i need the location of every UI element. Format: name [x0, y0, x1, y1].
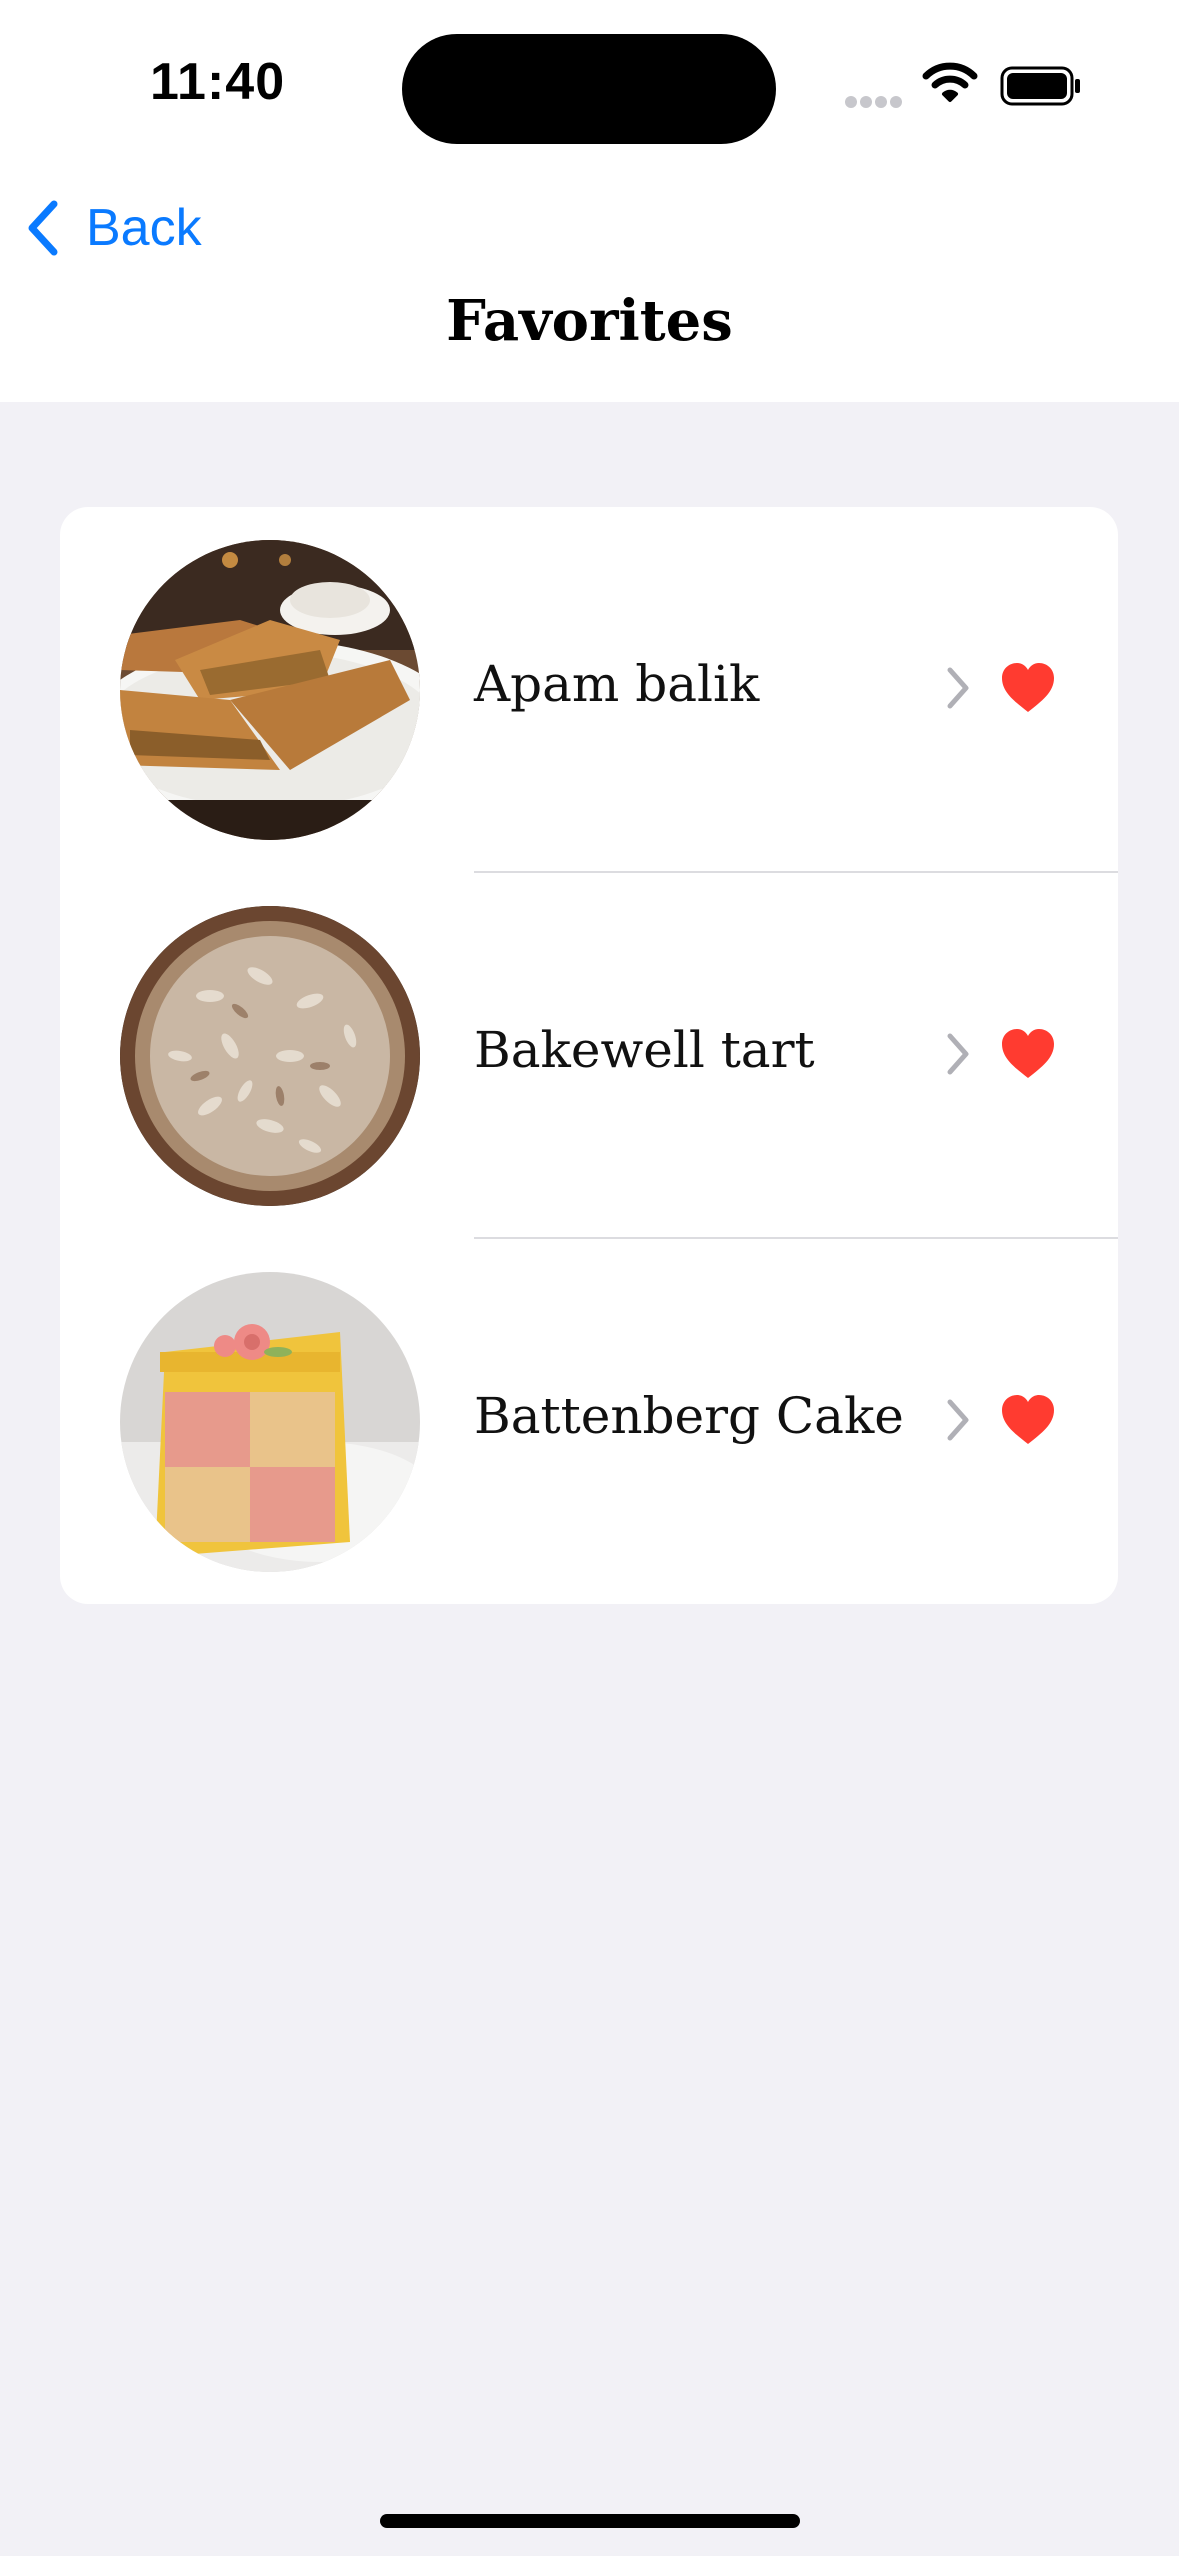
heart-icon[interactable] [1000, 1028, 1056, 1080]
page-title: Favorites [446, 288, 733, 354]
home-indicator[interactable] [380, 2514, 800, 2528]
status-bar: 11:40 [0, 0, 1179, 170]
cellular-signal-icon [845, 95, 905, 113]
dynamic-island [402, 34, 776, 144]
back-button[interactable]: Back [24, 198, 202, 258]
favorite-name: Bakewell tart [474, 1021, 815, 1079]
favorite-name: Battenberg Cake [474, 1387, 904, 1445]
back-label: Back [86, 199, 202, 257]
list-item[interactable]: Apam balik [60, 507, 1118, 873]
heart-icon[interactable] [1000, 1394, 1056, 1446]
chevron-left-icon [28, 200, 58, 256]
status-time: 11:40 [150, 53, 286, 111]
chevron-right-icon [947, 667, 969, 709]
list-item[interactable]: Bakewell tart [60, 873, 1118, 1239]
chevron-right-icon [947, 1399, 969, 1441]
battery-icon [1000, 66, 1080, 106]
chevron-right-icon [947, 1033, 969, 1075]
apam-balik-image [120, 540, 420, 840]
bakewell-tart-image [120, 906, 420, 1206]
battenberg-cake-image [120, 1272, 420, 1572]
heart-icon[interactable] [1000, 662, 1056, 714]
favorite-name: Apam balik [474, 655, 760, 713]
wifi-icon [922, 62, 978, 102]
list-item[interactable]: Battenberg Cake [60, 1239, 1118, 1604]
favorites-list: Apam balik Bakewell tart Battenberg Cake [60, 507, 1118, 1604]
navigation-bar: Back Favorites [0, 170, 1179, 402]
